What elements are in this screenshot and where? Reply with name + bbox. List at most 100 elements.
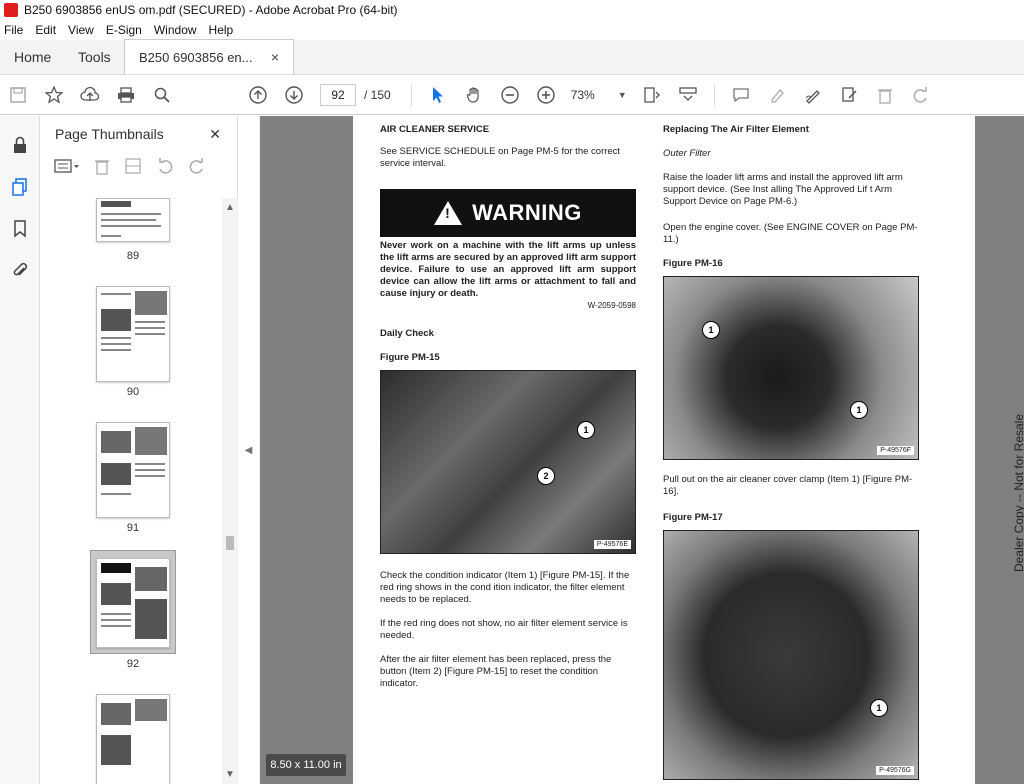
- figure-pm-15-photo: 1 2 P-49576E: [380, 370, 636, 554]
- pdf-page: AIR CLEANER SERVICE See SERVICE SCHEDULE…: [353, 116, 1024, 784]
- menu-bar: File Edit View E-Sign Window Help: [0, 20, 1024, 40]
- outer-filter-subheading: Outer Filter: [663, 148, 711, 159]
- bookmark-icon[interactable]: [0, 208, 40, 250]
- thumbnail-number: 91: [126, 522, 140, 534]
- thumbnail-number: 90: [126, 386, 140, 398]
- warning-text: Never work on a machine with the lift ar…: [380, 240, 636, 299]
- menu-view[interactable]: View: [68, 23, 94, 37]
- next-page-icon[interactable]: [276, 79, 312, 111]
- left-para-2: If the red ring does not show, no air fi…: [380, 618, 628, 641]
- left-para-1: Check the condition indicator (Item 1) […: [380, 570, 630, 605]
- rotate-right-icon[interactable]: [188, 157, 206, 180]
- thumbnail-page-93[interactable]: [96, 694, 170, 784]
- fill-sign-icon[interactable]: [831, 79, 867, 111]
- zoom-in-icon[interactable]: [528, 79, 564, 111]
- scrollbar-thumb[interactable]: [226, 536, 234, 550]
- page-total: / 150: [364, 87, 391, 102]
- delete-icon[interactable]: [867, 79, 903, 111]
- thumbnail-page-90[interactable]: [96, 286, 170, 382]
- right-para-1: Raise the loader lift arms and install t…: [663, 172, 903, 207]
- section-heading: AIR CLEANER SERVICE: [380, 124, 490, 135]
- thumbnail-list: 89 90 91 92: [40, 198, 222, 784]
- left-column: AIR CLEANER SERVICE See SERVICE SCHEDULE…: [380, 124, 636, 170]
- scroll-down-icon[interactable]: ▼: [222, 769, 238, 780]
- scroll-mode-icon[interactable]: [670, 79, 706, 111]
- tab-document-label: B250 6903856 en...: [139, 49, 253, 65]
- title-bar: B250 6903856 enUS om.pdf (SECURED) - Ado…: [0, 0, 1024, 20]
- main-toolbar: 92 / 150 73% ▼: [0, 75, 1024, 115]
- panel-toolbar: [40, 152, 237, 184]
- figure-code: P-49576E: [593, 540, 631, 549]
- rotate-left-icon[interactable]: [156, 157, 174, 180]
- left-para-3: After the air filter element has been re…: [380, 654, 612, 689]
- redo-icon[interactable]: [903, 79, 939, 111]
- tab-home[interactable]: Home: [0, 39, 64, 74]
- toolbar-divider: [410, 83, 412, 106]
- comment-icon[interactable]: [723, 79, 759, 111]
- draw-freeform-icon[interactable]: [795, 79, 831, 111]
- thumbnail-number: 89: [126, 250, 140, 262]
- zoom-level-dropdown[interactable]: 73% ▼: [564, 84, 634, 106]
- page-thumbnails-icon[interactable]: [0, 166, 40, 208]
- lock-icon[interactable]: [0, 124, 40, 166]
- window-title: B250 6903856 enUS om.pdf (SECURED) - Ado…: [24, 3, 398, 17]
- collapse-panel-icon[interactable]: ◀: [238, 116, 260, 784]
- right-para-2: Open the engine cover. (See ENGINE COVER…: [663, 222, 918, 245]
- thumbnail-options-icon[interactable]: [54, 158, 80, 179]
- zoom-level-value: 73%: [570, 87, 595, 102]
- page-size-badge: 8.50 x 11.00 in: [266, 754, 346, 776]
- menu-esign[interactable]: E-Sign: [106, 23, 142, 37]
- thumbnail-number: 92: [126, 658, 140, 670]
- cloud-upload-icon[interactable]: [72, 79, 108, 111]
- figure-pm-15-label: Figure PM-15: [380, 352, 440, 363]
- page-number-input[interactable]: 92: [320, 83, 356, 106]
- star-icon[interactable]: [36, 79, 72, 111]
- callout-2: 2: [537, 467, 555, 485]
- search-icon[interactable]: [144, 79, 180, 111]
- close-tab-icon[interactable]: ×: [271, 49, 279, 65]
- extract-page-icon[interactable]: [124, 157, 142, 180]
- left-rail: [0, 116, 40, 784]
- thumbnail-page-91[interactable]: [96, 422, 170, 518]
- menu-edit[interactable]: Edit: [35, 23, 56, 37]
- menu-file[interactable]: File: [4, 23, 23, 37]
- menu-help[interactable]: Help: [209, 23, 234, 37]
- attachment-icon[interactable]: [0, 250, 40, 292]
- callout-1: 1: [702, 321, 720, 339]
- figure-pm-16-label: Figure PM-16: [663, 258, 723, 269]
- save-icon[interactable]: [0, 79, 36, 111]
- thumbnail-page-92[interactable]: [96, 558, 170, 648]
- thumbnail-page-89[interactable]: [96, 198, 170, 242]
- previous-page-icon[interactable]: [240, 79, 276, 111]
- page-fit-icon[interactable]: [634, 79, 670, 111]
- hand-tool-icon[interactable]: [456, 79, 492, 111]
- scroll-up-icon[interactable]: ▲: [222, 202, 238, 213]
- side-watermark: Dealer Copy -- Not for Resale: [1009, 406, 1024, 586]
- figure-pm-17-label: Figure PM-17: [663, 512, 723, 523]
- panel-title: Page Thumbnails: [55, 126, 164, 142]
- intro-text: See SERVICE SCHEDULE on Page PM-5 for th…: [380, 146, 621, 169]
- daily-check-heading: Daily Check: [380, 328, 434, 339]
- figure-code: P-49576F: [877, 446, 914, 455]
- callout-1: 1: [870, 699, 888, 717]
- toolbar-divider-2: [713, 83, 715, 106]
- close-panel-icon[interactable]: ✕: [209, 126, 221, 143]
- tab-document[interactable]: B250 6903856 en... ×: [124, 39, 294, 74]
- tab-bar: Home Tools B250 6903856 en... ×: [0, 39, 1024, 75]
- highlight-pen-icon[interactable]: [759, 79, 795, 111]
- tab-tools[interactable]: Tools: [64, 39, 124, 74]
- select-cursor-icon[interactable]: [420, 79, 456, 111]
- callout-1: 1: [577, 421, 595, 439]
- warning-triangle-icon: [434, 201, 463, 225]
- print-icon[interactable]: [108, 79, 144, 111]
- right-para-3: Pull out on the air cleaner cover clamp …: [663, 474, 913, 497]
- thumbnail-scrollbar[interactable]: ▲ ▼: [222, 198, 238, 784]
- document-view[interactable]: AIR CLEANER SERVICE See SERVICE SCHEDULE…: [260, 116, 1024, 784]
- panel-header: Page Thumbnails ✕: [40, 116, 237, 152]
- chevron-down-icon: ▼: [617, 89, 627, 100]
- zoom-out-icon[interactable]: [492, 79, 528, 111]
- warning-banner: WARNING: [380, 189, 636, 237]
- delete-page-icon[interactable]: [94, 157, 110, 180]
- menu-window[interactable]: Window: [154, 23, 197, 37]
- figure-pm-16-photo: 1 1 P-49576F: [663, 276, 919, 460]
